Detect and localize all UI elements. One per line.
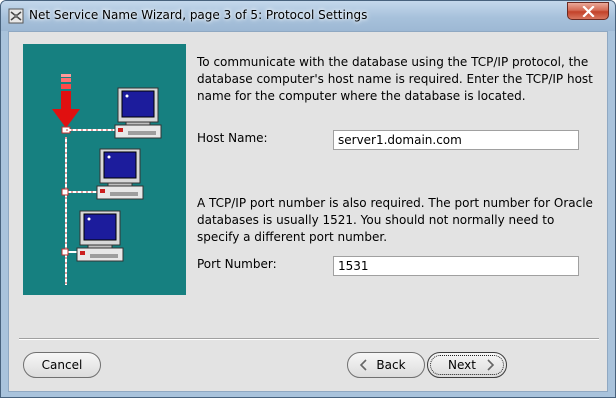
host-description: To communicate with the database using t… <box>197 55 593 103</box>
computer-icon <box>96 148 144 200</box>
close-button[interactable] <box>567 2 609 20</box>
port-number-label: Port Number: <box>197 257 277 271</box>
divider <box>19 338 599 340</box>
network-illustration <box>23 44 186 295</box>
port-description: A TCP/IP port number is also required. T… <box>197 196 593 244</box>
wizard-body: To communicate with the database using t… <box>8 31 608 392</box>
computer-icon <box>114 87 162 139</box>
wizard-window: Net Service Name Wizard, page 3 of 5: Pr… <box>0 0 616 398</box>
back-button[interactable]: Back <box>347 352 425 378</box>
back-label: Back <box>376 358 406 372</box>
host-name-label: Host Name: <box>197 131 268 145</box>
title-bar[interactable]: Net Service Name Wizard, page 3 of 5: Pr… <box>1 1 615 31</box>
close-icon <box>582 6 595 17</box>
cancel-label: Cancel <box>41 358 83 372</box>
port-number-input[interactable] <box>333 256 579 276</box>
next-button[interactable]: Next <box>427 352 507 378</box>
host-name-input[interactable] <box>333 130 579 150</box>
next-label: Next <box>448 358 476 372</box>
oracle-app-icon <box>8 8 24 24</box>
arrow-right-icon <box>487 359 495 371</box>
cancel-button[interactable]: Cancel <box>23 352 101 378</box>
computer-icon <box>76 210 124 262</box>
window-title: Net Service Name Wizard, page 3 of 5: Pr… <box>29 8 368 22</box>
